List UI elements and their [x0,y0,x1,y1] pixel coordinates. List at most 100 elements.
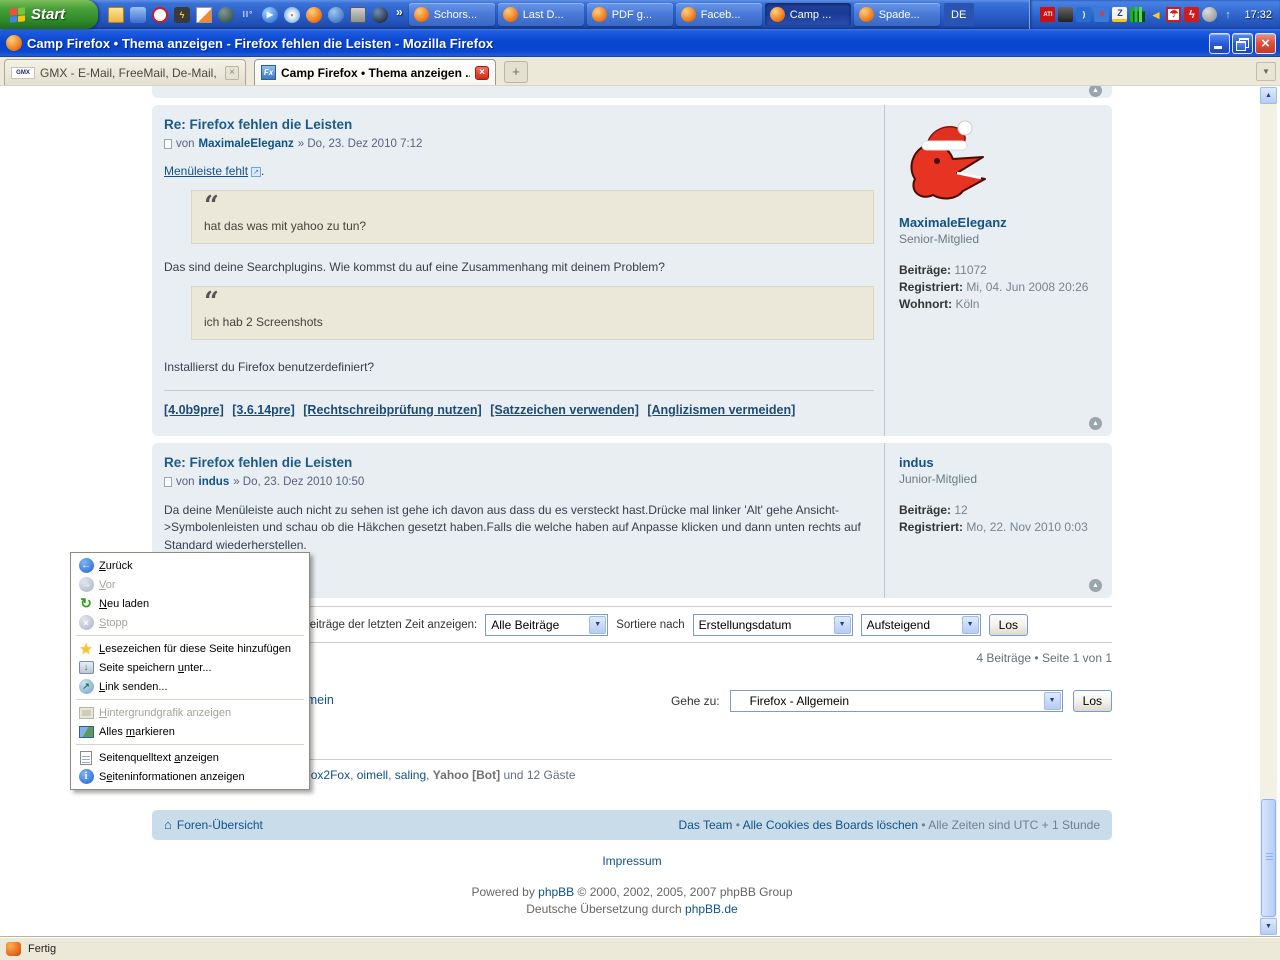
profile-rank: Junior-Mitglied [899,472,1102,486]
list-all-tabs-button[interactable]: ▼ [1256,62,1276,81]
post-byline: von indus » Do, 23. Dez 2010 10:50 [164,476,874,488]
scrollbar-thumb[interactable] [1261,799,1276,917]
context-menu-item-save-page[interactable]: Seite speichern unter... [73,658,307,677]
network-error-icon[interactable]: × [1094,7,1109,22]
jump-to-select[interactable]: Firefox - Allgemein ▼ [730,690,1063,712]
window-title: Camp Firefox • Thema anzeigen - Firefox … [27,36,493,51]
pause-icon[interactable]: II° [240,7,256,23]
phpbb-de-link[interactable]: phpBB.de [685,902,738,916]
cd-icon[interactable]: • [284,7,300,23]
delete-cookies-link[interactable]: Alle Cookies des Boards löschen [743,818,918,832]
start-button[interactable]: Start [0,0,98,29]
context-menu-item-bookmark[interactable]: Lesezeichen für diese Seite hinzufügen [73,639,307,658]
back-to-top-icon[interactable]: ▲ [1089,579,1102,592]
scroll-down-icon[interactable]: ▼ [1260,918,1277,935]
forum-index-link[interactable]: Foren-Übersicht [177,818,263,832]
save-page-icon [79,661,94,674]
member-link[interactable]: Fox2Fox [303,768,350,782]
taskbar-button-faceb[interactable]: Faceb... [676,3,762,26]
context-menu-item-send-link[interactable]: Link senden... [73,677,307,696]
jump-go-button[interactable]: Los [1073,690,1112,712]
signature-link[interactable]: [3.6.14pre] [232,403,295,417]
window-title-bar: Camp Firefox • Thema anzeigen - Firefox … [0,29,1280,57]
language-indicator[interactable]: DE [944,3,974,26]
tab-gmx[interactable]: GMX GMX - E-Mail, FreeMail, De-Mail, The… [4,59,246,85]
member-link[interactable]: saling [395,768,426,782]
folder-icon[interactable] [108,7,124,23]
post-title-link[interactable]: Re: Firefox fehlen die Leisten [164,455,874,470]
zonealarm-icon[interactable]: Z [1112,7,1127,22]
usb-device-icon[interactable]: ↑ [1220,7,1235,22]
phpbb-link[interactable]: phpBB [538,885,574,899]
opera-icon[interactable] [152,7,168,23]
taskbar-button-spade[interactable]: Spade... [854,3,940,26]
sphere-icon[interactable] [372,7,388,23]
taskbar-clock: 17:32 [1244,9,1272,21]
lightning-icon[interactable]: ϟ [1184,7,1199,22]
display-range-select[interactable]: Alle Beiträge ▼ [485,614,608,636]
restore-button[interactable] [1232,33,1253,54]
new-tab-button[interactable]: + [504,61,528,83]
back-to-top-icon[interactable]: ▲ [1089,417,1102,430]
audio-device-icon[interactable] [1202,7,1217,22]
signature-link[interactable]: [4.0b9pre] [164,403,224,417]
tab-close-icon[interactable]: × [475,66,489,80]
profile-username-link[interactable]: MaximaleEleganz [899,215,1102,230]
firefox-icon[interactable] [306,7,322,23]
gmx-favicon: GMX [11,67,35,79]
post-byline: von MaximaleEleganz » Do, 23. Dez 2010 7… [164,138,874,150]
close-button[interactable] [1255,33,1276,54]
context-menu-item-select-all[interactable]: Alles markieren [73,722,307,741]
signature-link[interactable]: [Satzzeichen verwenden] [490,403,639,417]
menuleiste-fehlt-link[interactable]: Menüleiste fehlt [164,164,248,178]
select-all-icon [79,726,94,738]
impressum-link[interactable]: Impressum [602,854,661,868]
team-link[interactable]: Das Team [679,818,733,832]
ie-mail-icon[interactable] [130,7,146,23]
vertical-scrollbar[interactable]: ▲ ▼ [1260,87,1277,935]
context-menu-item-view-source[interactable]: Seitenquelltext anzeigen [73,748,307,767]
avira-icon[interactable]: ☂ [1166,7,1181,22]
taskbar-button-camp-active[interactable]: Camp ... [765,3,851,26]
sort-go-button[interactable]: Los [989,614,1028,636]
scroll-up-icon[interactable]: ▲ [1260,87,1277,104]
notes-icon[interactable] [196,7,212,23]
egg-icon[interactable] [218,7,234,23]
browser-viewport: ▲ Re: Firefox fehlen die Leisten von Max… [0,86,1280,936]
volume-icon[interactable]: ◄ [1148,7,1163,22]
taskbar-button-last[interactable]: Last D... [498,3,584,26]
taskbar-button-pdf[interactable]: PDF g... [587,3,673,26]
context-menu-item-page-info[interactable]: Seiteninformationen anzeigen [73,767,307,786]
camera-icon[interactable] [350,7,366,23]
ati-icon[interactable]: ATI [1040,7,1055,22]
tab-close-icon[interactable]: × [225,66,239,80]
sort-by-select[interactable]: Erstellungsdatum ▼ [693,614,853,636]
wireless-monitor-icon[interactable]: ) [1076,7,1091,22]
chevron-down-icon: ▼ [589,616,606,634]
member-link[interactable]: oimell [357,768,388,782]
author-link[interactable]: indus [199,476,230,488]
sort-direction-select[interactable]: Aufsteigend ▼ [861,614,981,636]
back-to-top-icon[interactable]: ▲ [1089,86,1102,97]
quote-block: “ hat das was mit yahoo zu tun? [191,190,874,244]
previous-post-partial: ▲ [152,86,1112,98]
context-menu-item-stop: Stopp [73,613,307,632]
quick-launch-overflow-chevron[interactable]: » [396,5,409,25]
display-settings-icon[interactable] [1058,7,1073,22]
minimize-button[interactable] [1209,33,1230,54]
signal-strength-icon[interactable] [1130,7,1145,22]
signature-link[interactable]: [Anglizismen vermeiden] [647,403,795,417]
taskbar-button-schors[interactable]: Schors... [409,3,495,26]
context-menu-item-back[interactable]: Zurück [73,556,307,575]
context-menu: Zurück Vor Neu laden Stopp Lesezeichen f… [70,552,310,790]
chevron-down-icon: ▼ [1044,692,1061,710]
author-link[interactable]: MaximaleEleganz [199,138,294,150]
winamp-icon[interactable]: ϟ [174,7,190,23]
signature-link[interactable]: [Rechtschreibprüfung nutzen] [303,403,481,417]
tab-camp-firefox-active[interactable]: Fx Camp Firefox • Thema anzeigen ... × [254,59,496,85]
context-menu-item-reload[interactable]: Neu laden [73,594,307,613]
post-title-link[interactable]: Re: Firefox fehlen die Leisten [164,117,874,132]
media-player-icon[interactable]: ▶ [262,7,278,23]
profile-username-link[interactable]: indus [899,455,1102,470]
thunderbird-icon[interactable] [328,7,344,23]
